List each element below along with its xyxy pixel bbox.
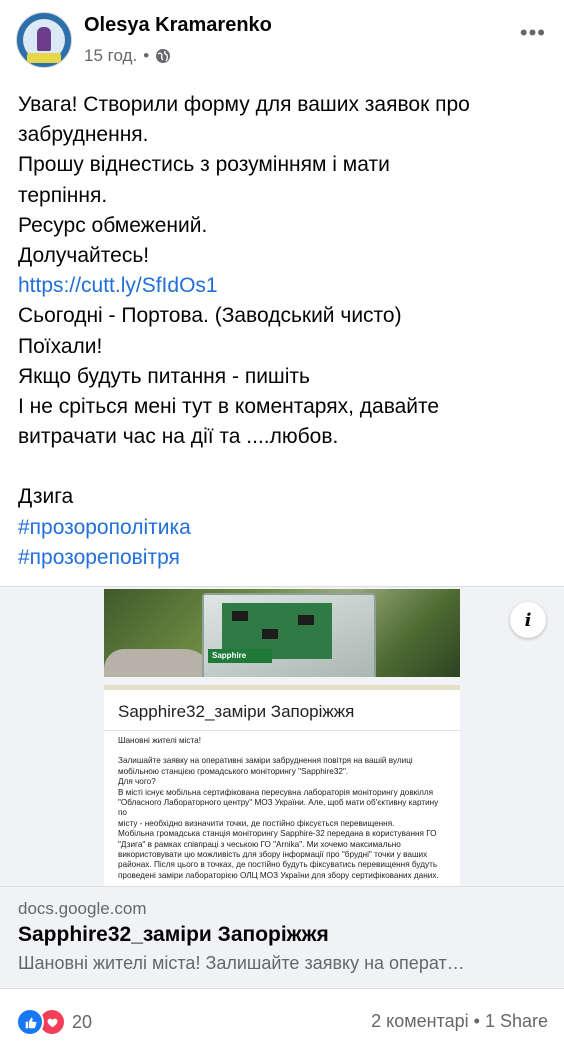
form-text-line: районах. Після цього в точках, де постій… [118, 860, 438, 870]
form-text-line: Залишайте заявку на оперативні заміри за… [118, 756, 413, 766]
post-time[interactable]: 15 год. [84, 46, 137, 66]
post-text-line: Дзига [18, 485, 74, 509]
form-text-line: проведені заміри лабораторією ОЛЦ МОЗ Ук… [118, 870, 439, 880]
author-name[interactable]: Olesya Kramarenko [84, 14, 272, 37]
form-text-line: місту - необхідно визначити точки, де по… [118, 818, 395, 828]
post-text-line: Сьогодні - Портова. (Заводський чисто) [18, 304, 402, 328]
avatar-figure [37, 27, 51, 51]
post-text-line: Долучайтесь! [18, 244, 150, 268]
post-link[interactable]: https://cutt.ly/SfIdOs1 [18, 271, 546, 301]
link-title[interactable]: Sapphire32_заміри Запоріжжя [18, 923, 329, 947]
reactions-summary[interactable]: 20 [16, 1008, 92, 1036]
info-button[interactable]: i [510, 602, 546, 638]
post-text-line: забруднення. [18, 123, 149, 147]
post-text-line [18, 452, 546, 482]
post-body: Увага! Створили форму для ваших заявок п… [18, 90, 546, 573]
form-text-line [118, 746, 448, 756]
form-text-line: Для чого? [118, 777, 156, 787]
post-text-line: витрачати час на дії та ....любов. [18, 425, 339, 449]
photo-rock [104, 649, 214, 677]
post-text-line: І не сріться мені тут в коментарях, дава… [18, 395, 440, 419]
avatar-banner [27, 53, 61, 63]
link-preview-caption[interactable]: docs.google.com Sapphire32_заміри Запорі… [0, 887, 564, 988]
form-text-line: Мобільна громадська станція моніторингу … [118, 829, 437, 839]
post-meta: 15 год. • [84, 46, 171, 66]
photo-chip [232, 611, 248, 621]
form-text-line: мобільною станцією громадського монітори… [118, 766, 349, 776]
post-text-line: терпіння. [18, 183, 108, 207]
photo-chip [262, 629, 278, 639]
post-text-line: Поїхали! [18, 334, 103, 358]
more-icon[interactable]: ••• [520, 20, 546, 46]
post-text-line: Увага! Створили форму для ваших заявок п… [18, 93, 470, 116]
form-title: Sapphire32_заміри Запоріжжя [118, 702, 355, 721]
form-text-line: В місті існує мобільна сертифікована пер… [118, 787, 434, 797]
form-text-line: Шановні жителі міста! [118, 736, 201, 745]
reaction-count: 20 [72, 1011, 93, 1032]
globe-icon[interactable] [155, 48, 171, 64]
photo-label: Sapphire [208, 649, 272, 663]
form-text-line: використовувати цю можливість для збору … [118, 850, 428, 860]
form-text-line: "Обласного Лабораторного центру" МОЗ Укр… [118, 798, 439, 818]
hashtag-link[interactable]: #прозорополітика [18, 513, 546, 543]
divider [0, 988, 564, 989]
like-reaction-icon [16, 1008, 44, 1036]
form-description: Шановні жителі міста! Залишайте заявку на… [118, 736, 448, 881]
post-text-line: Прошу віднестись з розумінням і мати [18, 153, 390, 177]
form-preview: Sapphire32_заміри Запоріжжя Шановні жите… [104, 685, 460, 886]
link-description: Шановні жителі міста! Залишайте заявку н… [18, 953, 465, 973]
hashtag-link[interactable]: #прозореповітря [18, 543, 546, 573]
post-header: Olesya Kramarenko 15 год. • ••• [0, 0, 564, 82]
form-divider [104, 730, 460, 731]
link-domain: docs.google.com [18, 899, 147, 918]
post-text-line: Ресурс обмежений. [18, 213, 208, 237]
link-preview-image[interactable]: Sapphire i Sapphire32_заміри Запоріжжя Ш… [0, 587, 564, 886]
preview-photo: Sapphire [104, 589, 460, 677]
photo-chip [298, 615, 314, 625]
form-text-line: "Дзига" в рамках співпраці з чеською ГО … [118, 839, 401, 849]
post-text-line: Якщо будуть питання - пишіть [18, 364, 310, 388]
avatar[interactable] [16, 12, 72, 68]
meta-separator: • [143, 46, 150, 65]
comments-shares-count[interactable]: 2 коментарі • 1 Share [371, 1011, 548, 1032]
